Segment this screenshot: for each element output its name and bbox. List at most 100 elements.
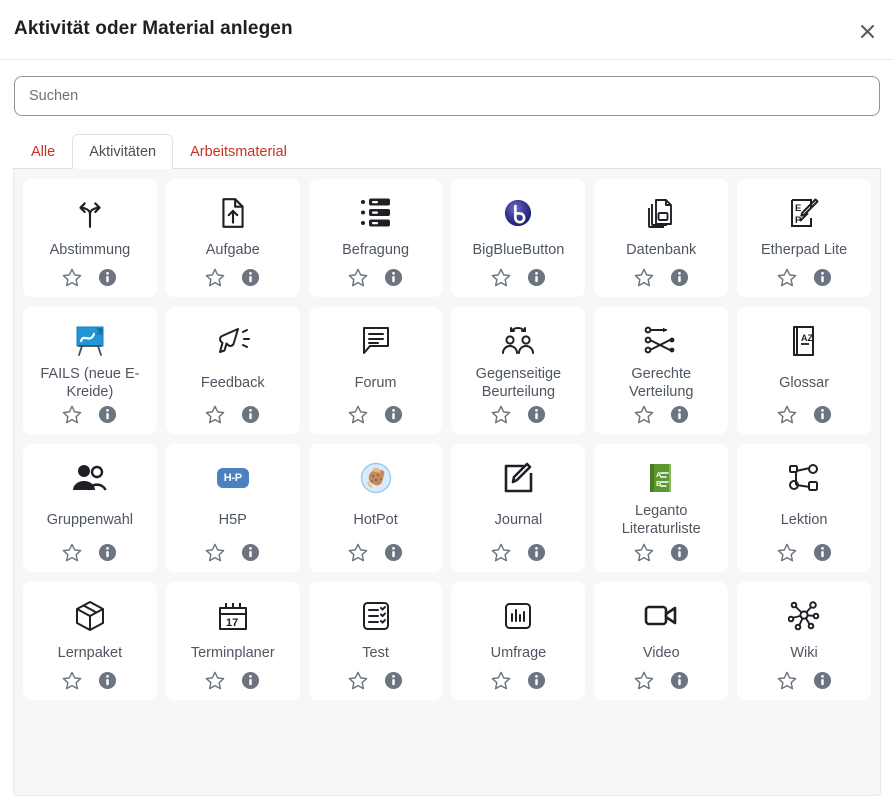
info-button[interactable] — [813, 671, 832, 690]
activity-card[interactable]: Umfrage — [451, 581, 586, 700]
card-actions — [777, 543, 832, 564]
favourite-button[interactable] — [62, 405, 82, 424]
info-button[interactable] — [241, 543, 260, 562]
activity-card[interactable]: A B Leganto Literaturliste — [594, 444, 729, 572]
info-button[interactable] — [384, 268, 403, 287]
activity-card-label: BigBlueButton — [472, 242, 565, 259]
info-button[interactable] — [670, 671, 689, 690]
activity-card[interactable]: Gegenseitige Beurteilung — [451, 307, 586, 435]
activity-card[interactable]: Forum — [308, 307, 443, 435]
card-actions — [777, 268, 832, 289]
activity-card[interactable]: Wiki — [737, 581, 871, 700]
favourite-button[interactable] — [348, 405, 368, 424]
h5p-logo-icon: H-P — [172, 456, 294, 500]
survey-list-icon — [315, 191, 437, 235]
search-input[interactable] — [14, 76, 880, 116]
activity-card[interactable]: E P Etherpad Lite — [737, 179, 871, 297]
info-icon — [813, 671, 831, 689]
close-button[interactable] — [854, 18, 880, 44]
info-icon — [242, 268, 260, 287]
card-actions — [634, 671, 689, 692]
info-button[interactable] — [98, 671, 117, 690]
activity-card[interactable]: Abstimmung — [23, 179, 157, 297]
favourite-button[interactable] — [777, 268, 797, 287]
activity-card[interactable]: Aufgabe — [165, 179, 300, 297]
activity-card[interactable]: Test — [308, 581, 443, 700]
card-actions — [777, 671, 832, 692]
info-button[interactable] — [98, 543, 117, 562]
info-button[interactable] — [670, 405, 689, 424]
info-button[interactable] — [527, 268, 546, 287]
favourite-button[interactable] — [634, 543, 654, 562]
activity-card[interactable]: Gerechte Verteilung — [594, 307, 729, 435]
activity-card[interactable]: HotPot — [308, 444, 443, 572]
favourite-button[interactable] — [777, 543, 797, 562]
favourite-button[interactable] — [62, 543, 82, 562]
activity-card[interactable]: Datenbank — [594, 179, 729, 297]
info-button[interactable] — [98, 268, 117, 287]
info-button[interactable] — [670, 543, 689, 562]
info-button[interactable] — [527, 671, 546, 690]
info-icon — [99, 671, 117, 689]
info-button[interactable] — [241, 405, 260, 424]
video-camera-icon — [600, 594, 722, 638]
card-actions — [491, 405, 546, 426]
activity-card[interactable]: Lernpaket — [23, 581, 157, 700]
activity-card[interactable]: AZ Glossar — [737, 307, 871, 435]
favourite-button[interactable] — [777, 405, 797, 424]
favourite-button[interactable] — [205, 405, 225, 424]
info-button[interactable] — [98, 405, 117, 424]
favourite-button[interactable] — [205, 671, 225, 690]
star-icon — [491, 268, 511, 287]
card-actions — [491, 543, 546, 564]
favourite-button[interactable] — [491, 543, 511, 562]
activity-card[interactable]: Journal — [451, 444, 586, 572]
favourite-button[interactable] — [348, 671, 368, 690]
info-button[interactable] — [670, 268, 689, 287]
activity-card[interactable]: Gruppenwahl — [23, 444, 157, 572]
modal-body: Alle Aktivitäten Arbeitsmaterial Abstimm… — [0, 60, 894, 796]
card-actions — [491, 268, 546, 289]
favourite-button[interactable] — [634, 268, 654, 287]
favourite-button[interactable] — [777, 671, 797, 690]
activity-card[interactable]: Lektion — [737, 444, 871, 572]
favourite-button[interactable] — [491, 268, 511, 287]
info-button[interactable] — [241, 671, 260, 690]
tab-aktivitaeten[interactable]: Aktivitäten — [72, 133, 174, 169]
info-button[interactable] — [384, 405, 403, 424]
info-button[interactable] — [384, 671, 403, 690]
info-button[interactable] — [384, 543, 403, 562]
favourite-button[interactable] — [491, 405, 511, 424]
info-button[interactable] — [813, 405, 832, 424]
favourite-button[interactable] — [205, 268, 225, 287]
activity-card[interactable]: Video — [594, 581, 729, 700]
activity-card[interactable]: FAILS (neue E-Kreide) — [23, 307, 157, 435]
activity-card[interactable]: Befragung — [308, 179, 443, 297]
favourite-button[interactable] — [348, 543, 368, 562]
info-button[interactable] — [527, 405, 546, 424]
favourite-button[interactable] — [634, 671, 654, 690]
tab-arbeitsmaterial[interactable]: Arbeitsmaterial — [173, 134, 304, 170]
favourite-button[interactable] — [491, 671, 511, 690]
activity-card[interactable]: Feedback — [165, 307, 300, 435]
activity-card-label: Aufgabe — [205, 242, 260, 259]
favourite-button[interactable] — [62, 268, 82, 287]
favourite-button[interactable] — [348, 268, 368, 287]
star-icon — [491, 543, 511, 562]
favourite-button[interactable] — [634, 405, 654, 424]
tab-alle[interactable]: Alle — [14, 134, 72, 170]
activity-card[interactable]: H-P H5P — [165, 444, 300, 572]
activity-card[interactable]: BigBlueButton — [451, 179, 586, 297]
favourite-button[interactable] — [205, 543, 225, 562]
activity-card-label: Journal — [494, 512, 543, 529]
activity-card-label: Umfrage — [490, 644, 547, 661]
info-button[interactable] — [813, 268, 832, 287]
info-button[interactable] — [241, 268, 260, 287]
package-box-icon — [29, 594, 151, 638]
activity-grid: Abstimmung Aufgabe Befragung BigBlueButt… — [23, 179, 871, 700]
activity-card-label: Lernpaket — [57, 644, 123, 661]
info-button[interactable] — [527, 543, 546, 562]
favourite-button[interactable] — [62, 671, 82, 690]
activity-card[interactable]: 17 Terminplaner — [165, 581, 300, 700]
info-button[interactable] — [813, 543, 832, 562]
